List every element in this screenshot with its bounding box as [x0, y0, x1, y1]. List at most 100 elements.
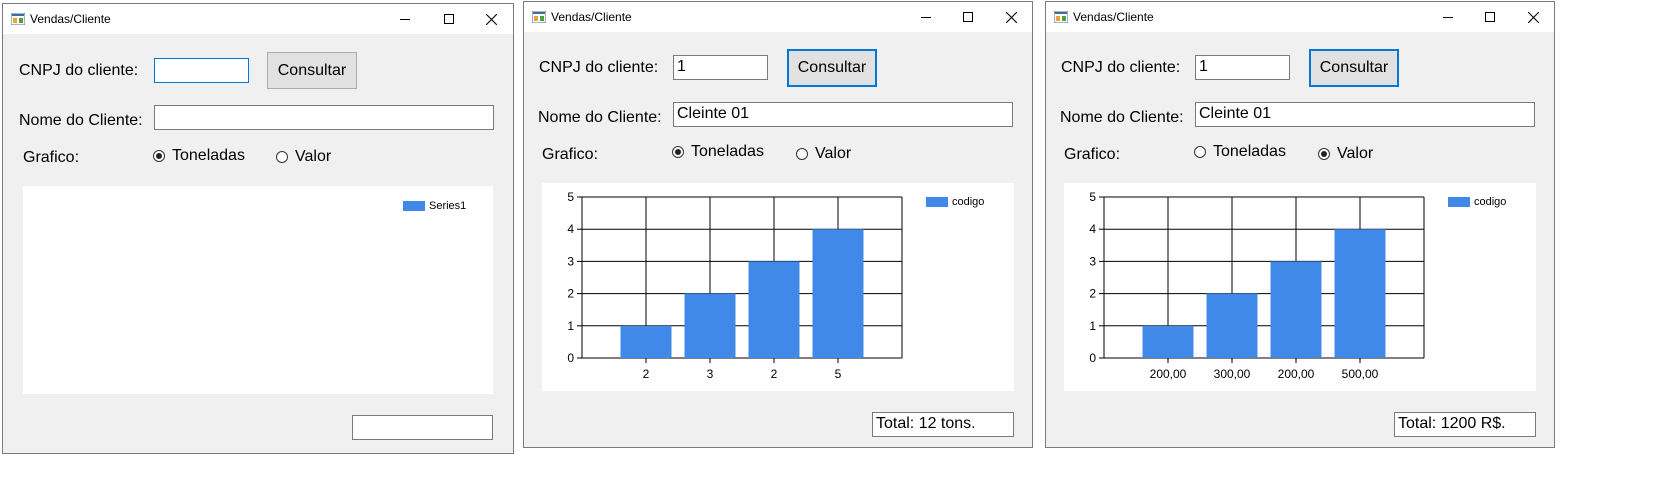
radio-valor[interactable]: Valor	[796, 145, 851, 163]
nome-input[interactable]	[154, 105, 494, 130]
bar	[684, 293, 736, 358]
radio-valor[interactable]: Valor	[276, 148, 331, 166]
chart-area: Series1	[23, 186, 493, 394]
bar-chart: 0 1 2 3 4 5 200,00 300,00 200,00 500,00	[1089, 190, 1425, 381]
cnpj-input[interactable]	[154, 58, 249, 83]
cnpj-label: CNPJ do cliente:	[19, 62, 139, 79]
total-field[interactable]	[352, 415, 493, 440]
close-button[interactable]	[989, 2, 1033, 32]
radio-valor-label: Valor	[1337, 145, 1374, 162]
nome-input[interactable]: Cleinte 01	[673, 102, 1013, 127]
y-tick-label: 5	[567, 190, 574, 204]
title-bar[interactable]: Vendas/Cliente	[1046, 2, 1554, 32]
consultar-button[interactable]: Consultar	[267, 52, 357, 89]
cnpj-input[interactable]: 1	[1195, 55, 1290, 80]
radio-valor-label: Valor	[815, 145, 852, 162]
x-tick-label: 500,00	[1342, 367, 1379, 381]
legend-label: codigo	[952, 196, 985, 208]
total-field[interactable]: Total: 12 tons.	[872, 412, 1014, 437]
radio-toneladas[interactable]: Toneladas	[672, 143, 764, 161]
radio-toneladas[interactable]: Toneladas	[153, 147, 245, 165]
cnpj-label: CNPJ do cliente:	[539, 59, 659, 76]
window-title: Vendas/Cliente	[1073, 10, 1154, 24]
chart-legend: codigo	[1448, 196, 1506, 208]
window-3: Vendas/Cliente CNPJ do cliente: 1 Consul…	[1045, 1, 1555, 448]
legend-swatch	[403, 201, 425, 211]
bar	[620, 325, 672, 358]
radio-valor-dot[interactable]	[796, 148, 808, 160]
x-tick-label: 2	[771, 367, 778, 381]
y-tick-label: 3	[1089, 254, 1096, 268]
y-tick-label: 1	[1089, 319, 1096, 333]
y-tick-label: 2	[1089, 287, 1096, 301]
app-icon	[11, 13, 25, 25]
y-tick-label: 0	[1089, 351, 1096, 365]
bar	[1334, 229, 1386, 358]
close-button[interactable]	[469, 4, 513, 34]
radio-valor[interactable]: Valor	[1318, 145, 1373, 163]
legend-swatch	[926, 197, 948, 207]
y-tick-label: 0	[567, 351, 574, 365]
bar	[748, 261, 800, 358]
y-tick-label: 1	[567, 319, 574, 333]
radio-toneladas-label: Toneladas	[1213, 143, 1286, 160]
window-2: Vendas/Cliente CNPJ do cliente: 1 Consul…	[523, 1, 1033, 448]
radio-toneladas-dot[interactable]	[153, 150, 165, 162]
radio-toneladas-dot[interactable]	[672, 146, 684, 158]
window-title: Vendas/Cliente	[30, 12, 111, 26]
minimize-button[interactable]	[904, 2, 948, 32]
legend-swatch	[1448, 197, 1470, 207]
radio-toneladas-label: Toneladas	[691, 143, 764, 160]
window-title: Vendas/Cliente	[551, 10, 632, 24]
y-tick-label: 3	[567, 254, 574, 268]
consultar-button[interactable]: Consultar	[1309, 49, 1399, 87]
consultar-button[interactable]: Consultar	[787, 49, 877, 87]
close-button[interactable]	[1511, 2, 1555, 32]
chart-legend: codigo	[926, 196, 984, 208]
title-bar[interactable]: Vendas/Cliente	[3, 4, 513, 34]
total-field[interactable]: Total: 1200 R$.	[1394, 412, 1536, 437]
chart-legend: Series1	[403, 200, 466, 212]
legend-label: codigo	[1474, 196, 1507, 208]
nome-label: Nome do Cliente:	[538, 109, 662, 126]
window-1: Vendas/Cliente CNPJ do cliente: Consulta…	[2, 3, 514, 454]
nome-input[interactable]: Cleinte 01	[1195, 102, 1535, 127]
grafico-label: Grafico:	[23, 149, 80, 166]
minimize-button[interactable]	[383, 4, 427, 34]
cnpj-label: CNPJ do cliente:	[1061, 59, 1181, 76]
chart-area: 0 1 2 3 4 5 200,00 300,00 200,00 500,00 codigo	[1064, 183, 1536, 391]
grafico-label: Grafico:	[542, 146, 599, 163]
radio-valor-label: Valor	[295, 148, 332, 165]
x-tick-label: 2	[643, 367, 650, 381]
y-tick-label: 4	[1089, 222, 1096, 236]
nome-label: Nome do Cliente:	[1060, 109, 1184, 126]
bar	[812, 229, 864, 358]
radio-valor-dot[interactable]	[1318, 148, 1330, 160]
bar	[1270, 261, 1322, 358]
y-tick-label: 4	[567, 222, 574, 236]
x-tick-label: 300,00	[1214, 367, 1251, 381]
y-tick-label: 5	[1089, 190, 1096, 204]
bar	[1142, 325, 1194, 358]
x-tick-label: 5	[835, 367, 842, 381]
x-tick-label: 3	[707, 367, 714, 381]
maximize-button[interactable]	[1468, 2, 1512, 32]
legend-label: Series1	[429, 200, 467, 212]
bar	[1206, 293, 1258, 358]
app-icon	[1054, 11, 1068, 23]
y-tick-label: 2	[567, 287, 574, 301]
maximize-button[interactable]	[946, 2, 990, 32]
radio-toneladas-dot[interactable]	[1194, 146, 1206, 158]
radio-valor-dot[interactable]	[276, 151, 288, 163]
minimize-button[interactable]	[1426, 2, 1470, 32]
radio-toneladas-label: Toneladas	[172, 147, 245, 164]
app-icon	[532, 11, 546, 23]
x-tick-label: 200,00	[1150, 367, 1187, 381]
cnpj-input[interactable]: 1	[673, 55, 768, 80]
radio-toneladas[interactable]: Toneladas	[1194, 143, 1286, 161]
bar-chart: 0 1 2 3 4 5 2 3 2 5	[567, 190, 903, 381]
x-tick-label: 200,00	[1278, 367, 1315, 381]
title-bar[interactable]: Vendas/Cliente	[524, 2, 1032, 32]
maximize-button[interactable]	[427, 4, 471, 34]
nome-label: Nome do Cliente:	[19, 112, 143, 129]
